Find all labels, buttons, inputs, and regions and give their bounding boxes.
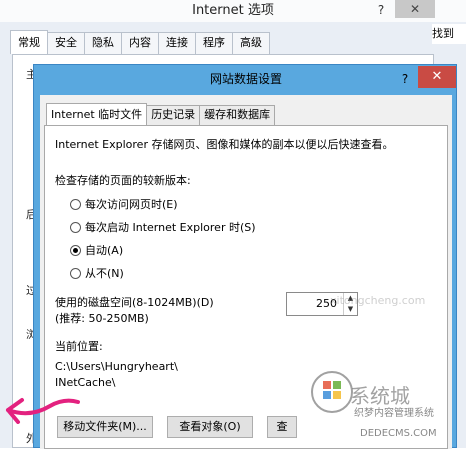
- annotation-arrow-icon: [6, 398, 80, 424]
- help-icon[interactable]: ?: [398, 69, 412, 89]
- tab-content[interactable]: 内容: [121, 32, 159, 54]
- radio-every-visit[interactable]: 每次访问网页时(E): [70, 196, 178, 212]
- dialog-tab-strip: Internet 临时文件 历史记录 缓存和数据库: [46, 103, 276, 125]
- disk-space-recommend: (推荐: 50-250MB): [55, 312, 149, 325]
- tab-connections[interactable]: 连接: [158, 32, 196, 54]
- description-text: Internet Explorer 存储网页、图像和媒体的副本以便以后快速查看。: [55, 138, 394, 151]
- radio-button[interactable]: [70, 221, 81, 233]
- radio-label: 每次访问网页时(E): [85, 198, 178, 211]
- view-objects-button[interactable]: 查看对象(O): [167, 416, 253, 438]
- tab-advanced[interactable]: 高级: [232, 32, 270, 54]
- watermark-url: xitongcheng.com: [330, 294, 426, 307]
- disk-space-label: 使用的磁盘空间(8-1024MB)(D): [55, 296, 214, 309]
- radio-button[interactable]: [70, 198, 81, 210]
- current-location-label: 当前位置:: [55, 340, 103, 353]
- dialog-title: 网站数据设置: [209, 72, 282, 86]
- watermark-domain: DEDECMS.COM: [360, 428, 437, 439]
- watermark-logo-icon: [311, 371, 353, 413]
- radio-label: 从不(N): [85, 267, 124, 280]
- background-right-fragment: 找到: [432, 24, 466, 44]
- close-icon[interactable]: ✕: [418, 66, 456, 88]
- radio-label: 自动(A): [85, 244, 124, 257]
- background-titlebar: Internet 选项 ? ✕: [0, 0, 466, 22]
- help-icon[interactable]: ?: [374, 1, 388, 19]
- tab-temporary-files[interactable]: Internet 临时文件: [46, 103, 148, 125]
- watermark-subtitle: 织梦内容管理系统: [354, 408, 434, 419]
- tab-programs[interactable]: 程序: [195, 32, 233, 54]
- radio-label: 每次启动 Internet Explorer 时(S): [85, 221, 256, 234]
- current-location-path: C:\Users\Hungryheart\: [55, 360, 178, 373]
- tab-history[interactable]: 历史记录: [146, 105, 201, 125]
- radio-every-start[interactable]: 每次启动 Internet Explorer 时(S): [70, 219, 256, 235]
- tab-security[interactable]: 安全: [47, 32, 85, 54]
- radio-button-selected[interactable]: [70, 244, 81, 256]
- radio-never[interactable]: 从不(N): [70, 265, 124, 281]
- background-tab-strip: 常规 安全 隐私 内容 连接 程序 高级: [10, 30, 270, 54]
- radio-button[interactable]: [70, 267, 81, 279]
- check-versions-label: 检查存储的页面的较新版本:: [55, 174, 191, 187]
- background-window-title: Internet 选项: [192, 3, 274, 18]
- tab-general[interactable]: 常规: [10, 30, 48, 54]
- view-files-button[interactable]: 查: [267, 416, 297, 438]
- radio-automatic[interactable]: 自动(A): [70, 242, 123, 258]
- close-icon[interactable]: ✕: [395, 0, 435, 18]
- tab-privacy[interactable]: 隐私: [84, 32, 122, 54]
- tab-caches-databases[interactable]: 缓存和数据库: [199, 105, 276, 125]
